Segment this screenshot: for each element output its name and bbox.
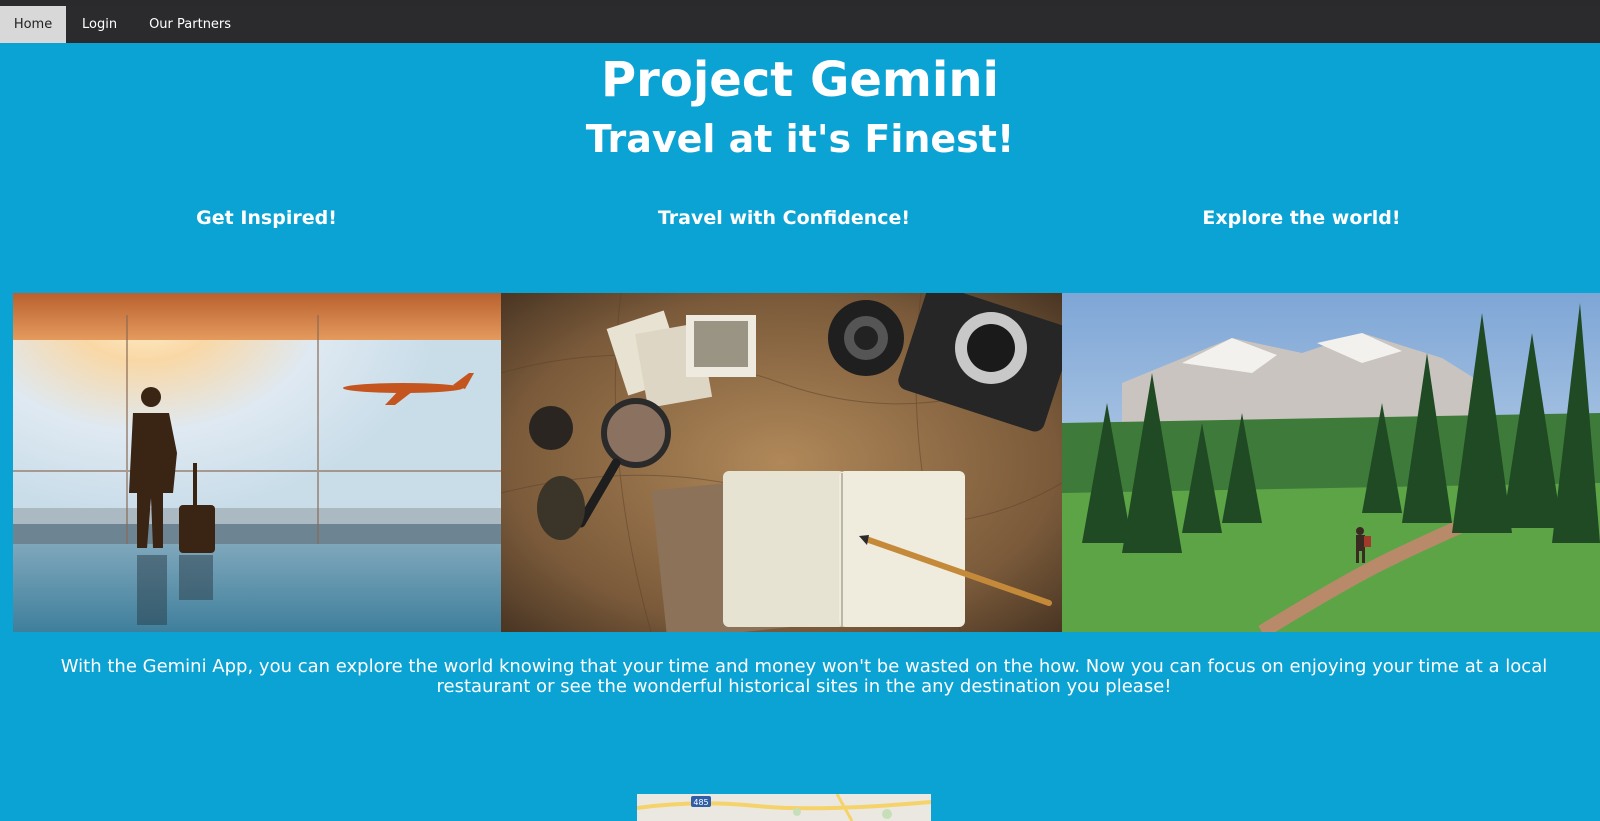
top-navbar: Home Login Our Partners <box>0 6 1600 43</box>
airport-traveler-photo <box>13 293 501 632</box>
page-subtitle: Travel at it's Finest! <box>585 117 1015 161</box>
app-description: With the Gemini App, you can explore the… <box>60 656 1548 697</box>
nav-login[interactable]: Login <box>66 6 133 43</box>
mountain-forest-hiker-photo <box>1062 293 1600 632</box>
nav-our-partners[interactable]: Our Partners <box>133 6 247 43</box>
page-title: Project Gemini <box>601 52 999 108</box>
column-heading-explore: Explore the world! <box>1202 207 1401 229</box>
map-preview[interactable]: 485 <box>637 794 931 821</box>
highway-shield-label: 485 <box>693 798 708 807</box>
column-heading-confidence: Travel with Confidence! <box>657 207 911 229</box>
nav-home[interactable]: Home <box>0 6 66 43</box>
travel-gear-map-photo <box>501 293 1062 632</box>
column-heading-inspired: Get Inspired! <box>196 207 337 229</box>
